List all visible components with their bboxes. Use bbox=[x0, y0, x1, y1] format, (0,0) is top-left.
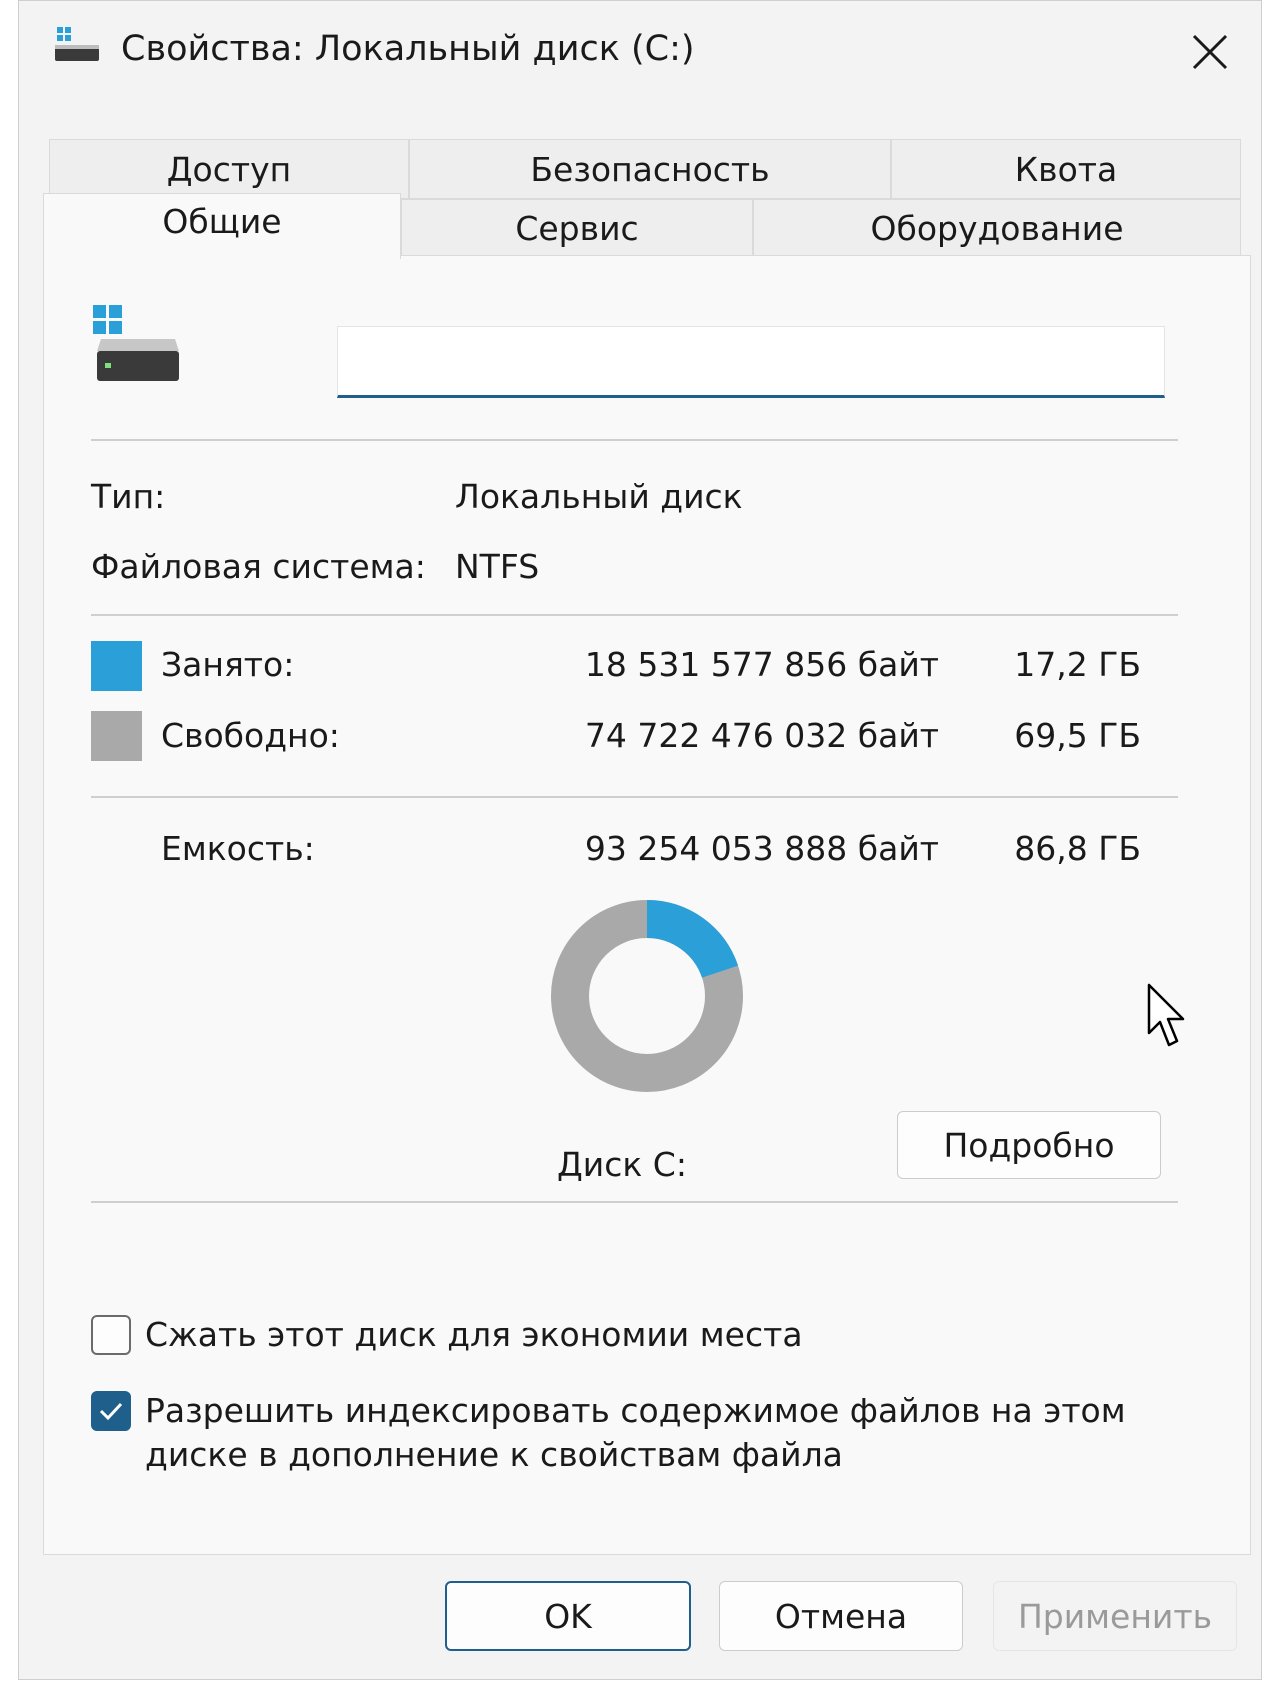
type-label: Тип: bbox=[91, 477, 166, 516]
checkmark-icon bbox=[99, 1402, 123, 1421]
divider bbox=[91, 796, 1178, 798]
used-bytes: 18 531 577 856 байт bbox=[584, 645, 939, 684]
tab-quota[interactable]: Квота bbox=[891, 139, 1241, 199]
index-label-line2: диске в дополнение к свойствам файла bbox=[145, 1435, 843, 1474]
window-title: Свойства: Локальный диск (C:) bbox=[121, 29, 695, 69]
capacity-size: 86,8 ГБ bbox=[1014, 829, 1141, 868]
ok-button[interactable]: OK bbox=[445, 1581, 691, 1651]
mouse-pointer-icon bbox=[1147, 983, 1185, 1047]
cancel-button[interactable]: Отмена bbox=[719, 1581, 963, 1651]
free-color-swatch bbox=[91, 711, 142, 761]
filesystem-label: Файловая система: bbox=[91, 547, 426, 586]
close-icon bbox=[1192, 34, 1228, 70]
title-bar[interactable]: Свойства: Локальный диск (C:) bbox=[19, 1, 1261, 111]
disk-usage-donut bbox=[551, 900, 743, 1092]
capacity-label: Емкость: bbox=[161, 829, 315, 868]
tab-service[interactable]: Сервис bbox=[401, 199, 753, 257]
tab-security[interactable]: Безопасность bbox=[409, 139, 891, 199]
capacity-bytes: 93 254 053 888 байт bbox=[584, 829, 939, 868]
drive-icon bbox=[55, 27, 99, 61]
divider bbox=[91, 439, 1178, 441]
close-button[interactable] bbox=[1177, 19, 1243, 85]
details-button[interactable]: Подробно bbox=[897, 1111, 1161, 1179]
tab-access[interactable]: Доступ bbox=[49, 139, 409, 199]
compress-label: Сжать этот диск для экономии места bbox=[145, 1315, 803, 1354]
divider bbox=[91, 614, 1178, 616]
local-drive-icon bbox=[93, 305, 179, 381]
compress-checkbox[interactable] bbox=[91, 1315, 131, 1355]
tab-hardware[interactable]: Оборудование bbox=[753, 199, 1241, 257]
drive-name-input[interactable] bbox=[337, 326, 1165, 398]
used-size: 17,2 ГБ bbox=[1014, 645, 1141, 684]
used-label: Занято: bbox=[161, 645, 295, 684]
properties-window: Свойства: Локальный диск (C:) Доступ Без… bbox=[18, 0, 1262, 1680]
filesystem-value: NTFS bbox=[455, 547, 540, 586]
free-label: Свободно: bbox=[161, 716, 340, 755]
free-size: 69,5 ГБ bbox=[1014, 716, 1141, 755]
divider bbox=[91, 1201, 1178, 1203]
used-color-swatch bbox=[91, 641, 142, 691]
free-bytes: 74 722 476 032 байт bbox=[584, 716, 939, 755]
type-value: Локальный диск bbox=[455, 477, 743, 516]
index-label-line1: Разрешить индексировать содержимое файло… bbox=[145, 1391, 1126, 1430]
index-checkbox[interactable] bbox=[91, 1391, 131, 1431]
apply-button[interactable]: Применить bbox=[993, 1581, 1237, 1651]
tab-general[interactable]: Общие bbox=[43, 193, 401, 259]
disk-label: Диск C: bbox=[557, 1145, 687, 1184]
